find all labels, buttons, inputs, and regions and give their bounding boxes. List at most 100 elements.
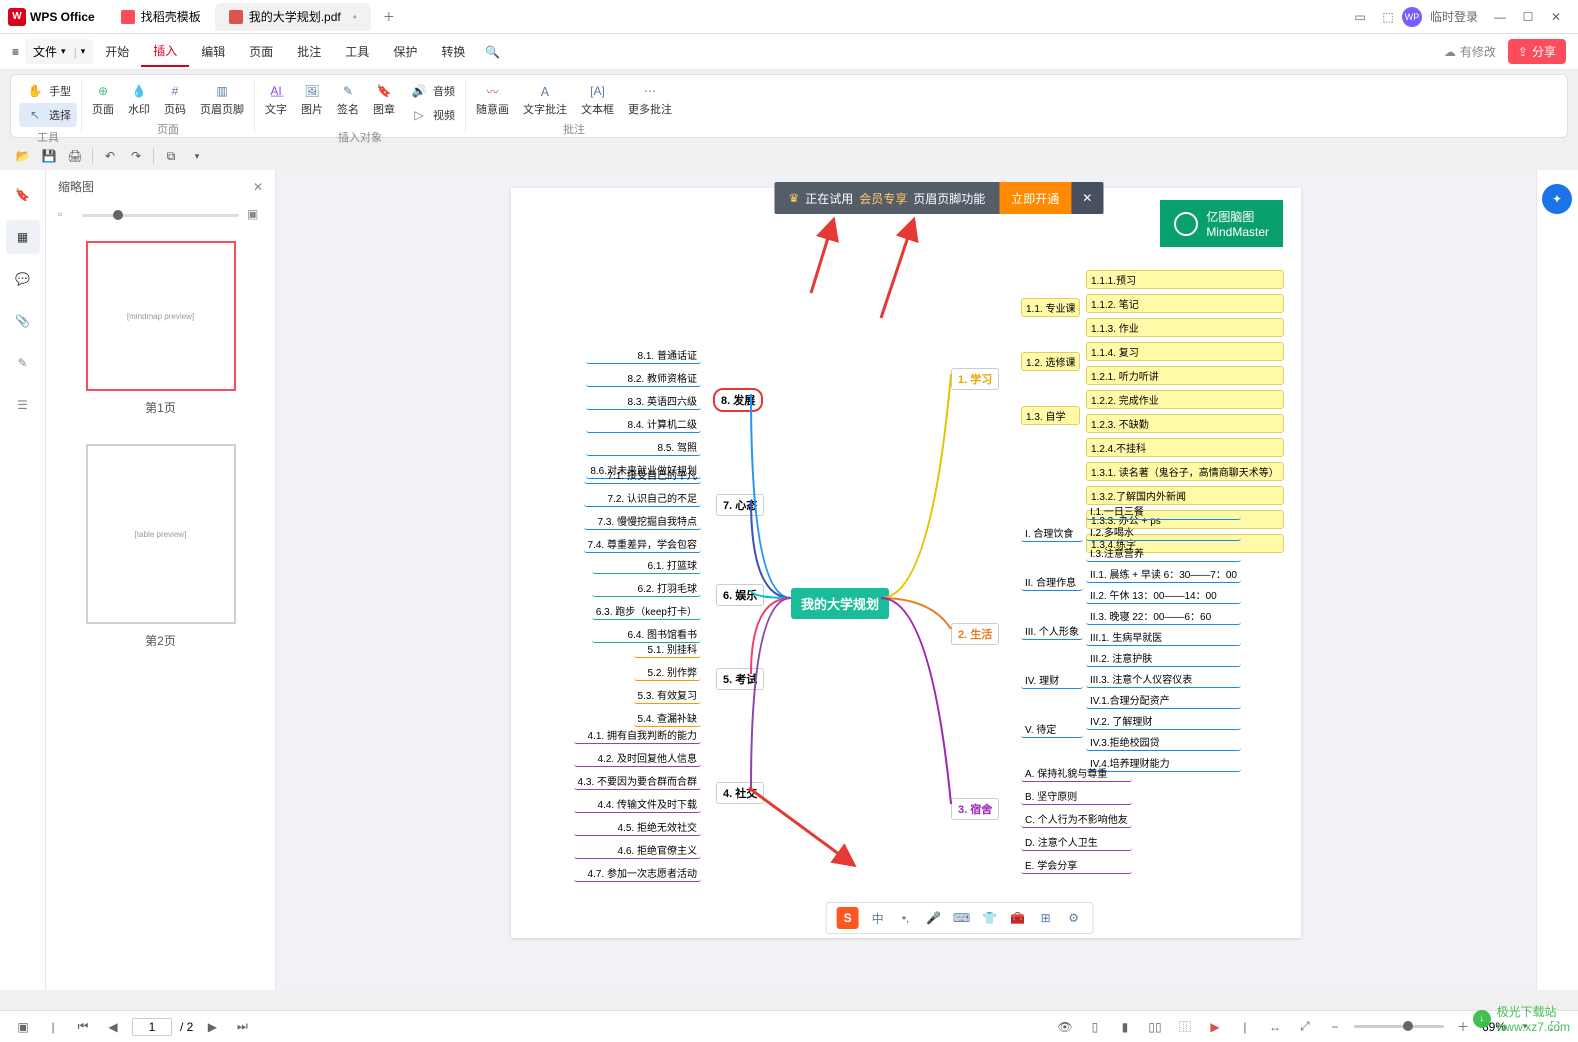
zoom-in-icon[interactable]: ＋ xyxy=(1452,1016,1474,1038)
freehand-button[interactable]: 〰随意画 xyxy=(470,79,515,119)
thumbnails-title: 缩略图 xyxy=(58,178,94,195)
chevron-down-icon[interactable]: ▾ xyxy=(188,147,206,165)
thumb-zoom-slider[interactable]: ▫ ▣ xyxy=(46,203,275,227)
crown-icon: ♛ xyxy=(788,191,799,205)
thumbnails-icon[interactable]: ▦ xyxy=(6,220,40,254)
wps-logo-icon: W xyxy=(8,8,26,26)
more-annotate-button[interactable]: ⋯更多批注 xyxy=(622,79,678,119)
mindmap-leaf: III.1. 生病早就医 xyxy=(1086,628,1241,646)
menu-convert[interactable]: 转换 xyxy=(429,37,477,66)
menu-edit[interactable]: 编辑 xyxy=(189,37,237,66)
sidebar-toggle-icon[interactable]: ▣ xyxy=(12,1016,34,1038)
layers-icon[interactable]: ☰ xyxy=(6,388,40,422)
ime-mic-icon[interactable]: 🎤 xyxy=(925,909,943,927)
cont-two-icon[interactable]: ⿲ xyxy=(1174,1016,1196,1038)
menu-begin[interactable]: 开始 xyxy=(93,37,141,66)
ime-toolbar[interactable]: S 中 •, 🎤 ⌨ 👕 🧰 ⊞ ⚙ xyxy=(826,902,1094,934)
fit-width-icon[interactable]: ↔ xyxy=(1264,1016,1286,1038)
close-pane-icon[interactable]: ✕ xyxy=(253,180,263,194)
new-tab-button[interactable]: ＋ xyxy=(377,5,401,29)
zoom-out-thumb-icon[interactable]: ▫ xyxy=(58,207,74,223)
minimize-button[interactable]: — xyxy=(1486,3,1514,31)
first-page-icon[interactable]: ⏮ xyxy=(72,1016,94,1038)
copy-icon[interactable]: ⧉ xyxy=(162,147,180,165)
menu-insert[interactable]: 插入 xyxy=(141,36,189,67)
select-tool[interactable]: ↖选择 xyxy=(19,103,77,127)
open-icon[interactable]: 📂 xyxy=(14,147,32,165)
video-button[interactable]: ▷视频 xyxy=(403,103,461,127)
watermark-icon: 💧 xyxy=(129,81,149,101)
insert-page-button[interactable]: ⊕页面 xyxy=(86,79,120,119)
cube-icon[interactable]: ⬚ xyxy=(1374,3,1402,31)
text-button[interactable]: A̲I̲文字 xyxy=(259,79,293,127)
thumbnail-page-1[interactable]: [mindmap preview] 第1页 xyxy=(86,241,236,416)
pending-changes[interactable]: ☁ 有修改 xyxy=(1444,43,1496,60)
banner-close-icon[interactable]: ✕ xyxy=(1071,182,1103,214)
hand-tool[interactable]: ✋手型 xyxy=(19,79,77,103)
zoom-out-icon[interactable]: − xyxy=(1324,1016,1346,1038)
bookmark-icon[interactable]: 🔖 xyxy=(6,178,40,212)
zoom-in-thumb-icon[interactable]: ▣ xyxy=(247,207,263,223)
watermark-button[interactable]: 💧水印 xyxy=(122,79,156,119)
tab-templates[interactable]: 找稻壳模板 xyxy=(107,3,215,31)
pagenum-button[interactable]: #页码 xyxy=(158,79,192,119)
undo-icon[interactable]: ↶ xyxy=(101,147,119,165)
zoom-slider[interactable] xyxy=(1354,1025,1444,1028)
banner-upgrade-button[interactable]: 立即开通 xyxy=(999,182,1071,214)
reader-mode-icon[interactable]: ▭ xyxy=(1346,3,1374,31)
thumbnail-page-2[interactable]: [table preview] 第2页 xyxy=(86,444,236,649)
menu-protect[interactable]: 保护 xyxy=(381,37,429,66)
prev-page-icon[interactable]: ◀ xyxy=(102,1016,124,1038)
brand-cn: 亿图脑图 xyxy=(1206,208,1269,225)
menu-page[interactable]: 页面 xyxy=(237,37,285,66)
textnote-button[interactable]: Ａ文字批注 xyxy=(517,79,573,119)
comment-icon[interactable]: 💬 xyxy=(6,262,40,296)
tab-document[interactable]: 我的大学规划.pdf • xyxy=(215,3,371,31)
stamp-button[interactable]: 🔖图章 xyxy=(367,79,401,127)
last-page-icon[interactable]: ⏭ xyxy=(231,1016,253,1038)
menu-icon[interactable]: ≡ xyxy=(12,45,19,59)
page-input[interactable] xyxy=(132,1018,172,1036)
image-button[interactable]: 🖼图片 xyxy=(295,79,329,127)
ime-lang-icon[interactable]: 中 xyxy=(869,909,887,927)
ime-punct-icon[interactable]: •, xyxy=(897,909,915,927)
ime-keyboard-icon[interactable]: ⌨ xyxy=(953,909,971,927)
two-page-icon[interactable]: ▯▯ xyxy=(1144,1016,1166,1038)
redo-icon[interactable]: ↷ xyxy=(127,147,145,165)
mindmap-leaf: 4.6. 拒绝官僚主义 xyxy=(574,841,701,859)
textbox-button[interactable]: [A]文本框 xyxy=(575,79,620,119)
headerfooter-button[interactable]: ▥页眉页脚 xyxy=(194,79,250,119)
share-button[interactable]: ⇪ 分享 xyxy=(1508,39,1566,64)
search-icon[interactable]: 🔍 xyxy=(485,45,500,59)
menu-tools[interactable]: 工具 xyxy=(333,37,381,66)
attachment-icon[interactable]: 📎 xyxy=(6,304,40,338)
mindmap-leaf: 1.1.4. 复习 xyxy=(1086,342,1284,361)
fit-page-icon[interactable]: ⤢ xyxy=(1294,1016,1316,1038)
save-icon[interactable]: 💾 xyxy=(40,147,58,165)
ime-settings-icon[interactable]: ⚙ xyxy=(1065,909,1083,927)
menu-annotate[interactable]: 批注 xyxy=(285,37,333,66)
play-icon[interactable]: ▶ xyxy=(1204,1016,1226,1038)
single-page-icon[interactable]: ▯ xyxy=(1084,1016,1106,1038)
audio-button[interactable]: 🔊音频 xyxy=(403,79,461,103)
print-icon[interactable]: 🖨 xyxy=(66,147,84,165)
thumb-caption: 第2页 xyxy=(145,632,176,649)
mindmap-leaf: 1.2.1. 听力听讲 xyxy=(1086,366,1284,385)
mindmap-leaf: I.2.多喝水 xyxy=(1086,523,1241,541)
ime-toolbox-icon[interactable]: 🧰 xyxy=(1009,909,1027,927)
close-button[interactable]: ✕ xyxy=(1542,3,1570,31)
user-avatar[interactable]: WP xyxy=(1402,7,1422,27)
maximize-button[interactable]: ☐ xyxy=(1514,3,1542,31)
ime-skin-icon[interactable]: 👕 xyxy=(981,909,999,927)
next-page-icon[interactable]: ▶ xyxy=(201,1016,223,1038)
login-status[interactable]: 临时登录 xyxy=(1422,3,1486,31)
watermark-name: 极光下载站 xyxy=(1497,1003,1570,1020)
ime-grid-icon[interactable]: ⊞ xyxy=(1037,909,1055,927)
continuous-icon[interactable]: ▮ xyxy=(1114,1016,1136,1038)
edit-icon[interactable]: ✎ xyxy=(6,346,40,380)
sogou-icon[interactable]: S xyxy=(837,907,859,929)
eye-icon[interactable]: 👁 xyxy=(1054,1016,1076,1038)
sign-button[interactable]: ✎签名 xyxy=(331,79,365,127)
file-menu[interactable]: 文件 ▾ | ▾ xyxy=(25,39,93,64)
assistant-fab-icon[interactable]: ✦ xyxy=(1542,184,1572,214)
